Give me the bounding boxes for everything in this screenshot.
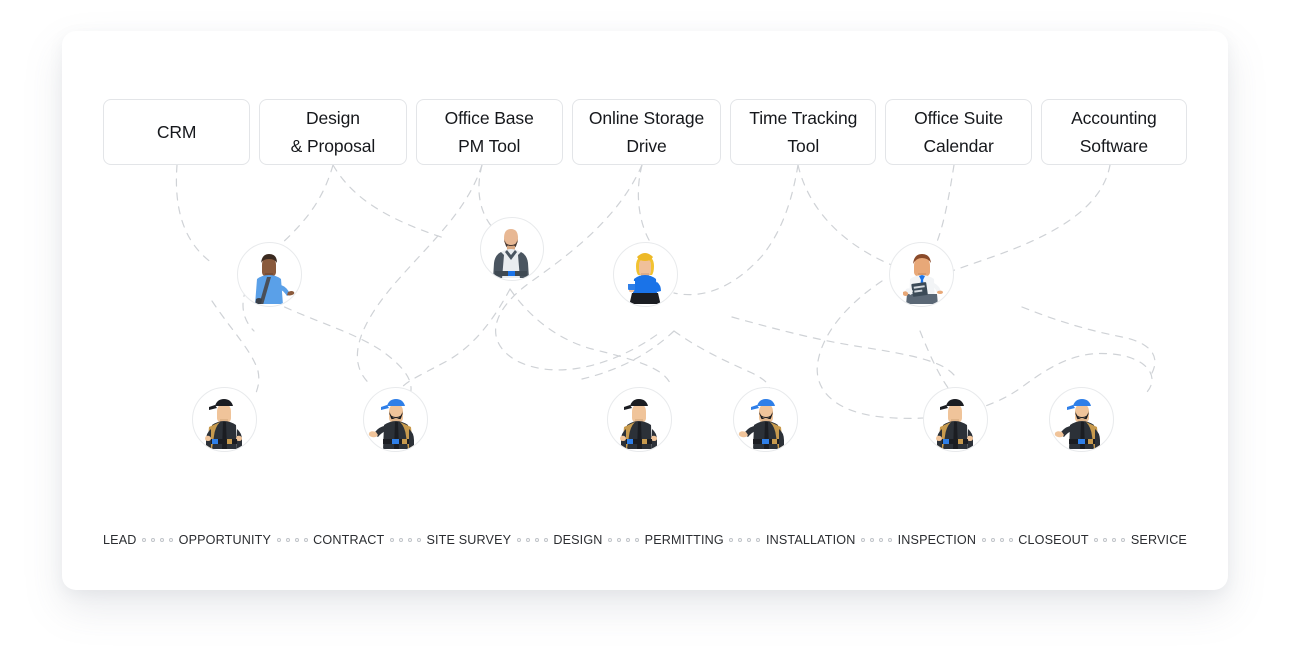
separator-dot xyxy=(626,538,631,542)
separator-dot xyxy=(534,538,539,542)
person-blue-shirt-bag-icon xyxy=(255,254,295,304)
avatar-inspector-clipboard[interactable] xyxy=(889,242,954,307)
worker-black-cap-icon xyxy=(620,399,657,449)
separator-dot xyxy=(756,538,761,542)
separator-dot xyxy=(516,538,521,542)
tool-card-office-suite[interactable]: Office Suite Calendar xyxy=(885,99,1032,165)
project-stage-timeline: LEAD OPPORTUNITY CONTRACT SITE SURVEY DE… xyxy=(103,530,1187,550)
separator-dot xyxy=(1121,538,1126,542)
stage-label-opportunity[interactable]: OPPORTUNITY xyxy=(179,533,271,547)
tool-card-line2: Drive xyxy=(626,136,667,156)
person-blonde-woman-cup-icon xyxy=(628,253,661,304)
stage-separator xyxy=(724,538,766,542)
separator-dot xyxy=(285,538,290,542)
separator-dot xyxy=(398,538,403,542)
stage-separator xyxy=(976,538,1018,542)
stage-separator xyxy=(384,538,426,542)
avatar-manager-bald-blazer[interactable] xyxy=(480,217,544,281)
worker-black-cap-icon xyxy=(936,399,973,449)
tool-card-time-tracking[interactable]: Time Tracking Tool xyxy=(730,99,877,165)
separator-dot xyxy=(747,538,752,542)
avatar-technician-6[interactable] xyxy=(1049,387,1114,452)
separator-dot xyxy=(303,538,308,542)
avatar-sales-rep-blue-shirt[interactable] xyxy=(237,242,302,307)
tool-card-line1: Accounting xyxy=(1071,108,1157,128)
separator-dot xyxy=(525,538,530,542)
separator-dot xyxy=(981,538,986,542)
tool-card-line1: Office Suite xyxy=(914,108,1004,128)
stage-label-inspection[interactable]: INSPECTION xyxy=(898,533,976,547)
worker-blue-cap-waving-icon xyxy=(738,399,784,449)
worker-black-cap-icon xyxy=(205,399,242,449)
separator-dot xyxy=(389,538,394,542)
tool-card-crm[interactable]: CRM xyxy=(103,99,251,165)
tool-cards-row: CRM Design & Proposal Office Base PM Too… xyxy=(103,99,1188,165)
tool-card-line1: Time Tracking xyxy=(749,108,858,128)
stage-label-installation[interactable]: INSTALLATION xyxy=(766,533,856,547)
person-bald-beard-blazer-icon xyxy=(493,229,529,278)
tool-card-line2: & Proposal xyxy=(290,136,376,156)
separator-dot xyxy=(1008,538,1013,542)
separator-dot xyxy=(617,538,622,542)
tool-card-line1: Office Base xyxy=(444,108,534,128)
tool-card-accounting[interactable]: Accounting Software xyxy=(1040,99,1188,165)
tool-card-line2: Software xyxy=(1079,136,1148,156)
avatar-technician-3[interactable] xyxy=(607,387,672,452)
separator-dot xyxy=(861,538,866,542)
avatar-technician-1[interactable] xyxy=(192,387,257,452)
stage-separator xyxy=(511,538,553,542)
separator-dot xyxy=(294,538,299,542)
separator-dot xyxy=(738,538,743,542)
separator-dot xyxy=(1103,538,1108,542)
separator-dot xyxy=(543,538,548,542)
avatar-technician-5[interactable] xyxy=(923,387,988,452)
tool-card-line2: Tool xyxy=(787,136,820,156)
separator-dot xyxy=(999,538,1004,542)
separator-dot xyxy=(1094,538,1099,542)
separator-dot xyxy=(888,538,893,542)
stage-label-permitting[interactable]: PERMITTING xyxy=(645,533,724,547)
separator-dot xyxy=(407,538,412,542)
stage-separator xyxy=(137,538,179,542)
tool-card-line1: Design xyxy=(305,108,360,128)
worker-blue-cap-waving-icon xyxy=(368,399,414,449)
tool-card-line2: Calendar xyxy=(923,136,994,156)
stage-label-closeout[interactable]: CLOSEOUT xyxy=(1018,533,1088,547)
separator-dot xyxy=(608,538,613,542)
stage-label-contract[interactable]: CONTRACT xyxy=(313,533,384,547)
diagram-panel: CRM Design & Proposal Office Base PM Too… xyxy=(62,31,1228,590)
separator-dot xyxy=(729,538,734,542)
person-white-shirt-clipboard-icon xyxy=(903,254,943,304)
separator-dot xyxy=(142,538,147,542)
separator-dot xyxy=(160,538,165,542)
separator-dot xyxy=(1112,538,1117,542)
stage-separator xyxy=(855,538,897,542)
tool-card-pm-tool[interactable]: Office Base PM Tool xyxy=(415,99,563,165)
separator-dot xyxy=(990,538,995,542)
separator-dot xyxy=(870,538,875,542)
stage-label-lead[interactable]: LEAD xyxy=(103,533,137,547)
separator-dot xyxy=(276,538,281,542)
stage-label-service[interactable]: SERVICE xyxy=(1131,533,1187,547)
separator-dot xyxy=(169,538,174,542)
separator-dot xyxy=(151,538,156,542)
avatar-technician-2[interactable] xyxy=(363,387,428,452)
stage-separator xyxy=(271,538,313,542)
avatar-coordinator-woman[interactable] xyxy=(613,242,678,307)
screenshot-root: CRM Design & Proposal Office Base PM Too… xyxy=(0,0,1290,671)
separator-dot xyxy=(879,538,884,542)
tool-card-storage[interactable]: Online Storage Drive xyxy=(571,99,722,165)
tool-card-line1: Online Storage xyxy=(588,108,705,128)
stage-separator xyxy=(1089,538,1131,542)
avatar-technician-4[interactable] xyxy=(733,387,798,452)
separator-dot xyxy=(635,538,640,542)
separator-dot xyxy=(416,538,421,542)
stage-separator xyxy=(603,538,645,542)
worker-blue-cap-waving-icon xyxy=(1054,399,1100,449)
stage-label-site-survey[interactable]: SITE SURVEY xyxy=(426,533,511,547)
tool-card-line1: CRM xyxy=(156,122,197,142)
tool-card-line2: PM Tool xyxy=(458,136,521,156)
stage-label-design[interactable]: DESIGN xyxy=(553,533,602,547)
tool-card-design[interactable]: Design & Proposal xyxy=(259,99,407,165)
